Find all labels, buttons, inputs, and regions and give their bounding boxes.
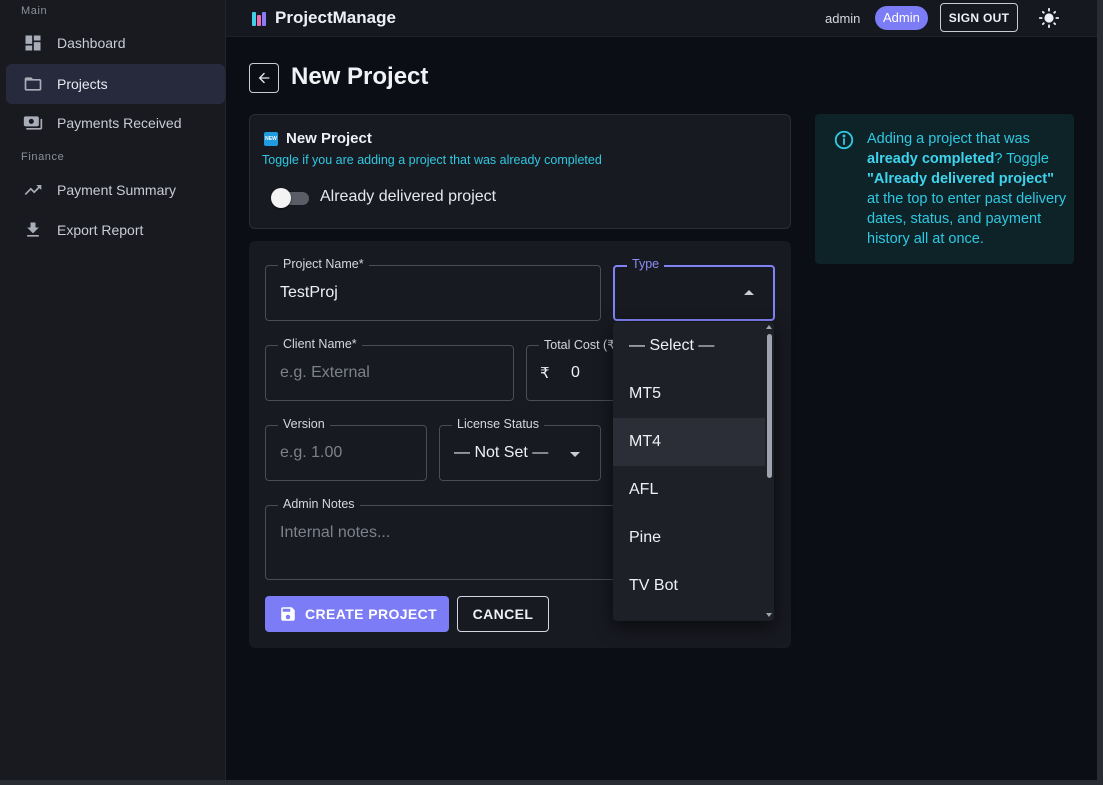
- total-cost-label: Total Cost (₹: [539, 337, 621, 352]
- info-text-part: ? Toggle: [994, 151, 1049, 167]
- rupee-icon: ₹: [540, 365, 550, 382]
- sidebar-item-label: Dashboard: [57, 35, 126, 51]
- menu-scrollbar-thumb[interactable]: [767, 334, 772, 478]
- type-option-tv-bot[interactable]: TV Bot: [613, 562, 765, 610]
- sidebar-item-label: Projects: [57, 76, 108, 92]
- info-text-emphasis: "Already delivered project": [867, 171, 1055, 187]
- sidebar-item-projects[interactable]: Projects: [6, 64, 225, 104]
- download-icon: [22, 219, 44, 241]
- new-badge-icon: NEW: [264, 131, 278, 146]
- brand-name: ProjectManage: [275, 8, 396, 27]
- type-option-select[interactable]: — Select —: [613, 322, 765, 370]
- type-dropdown-menu: — Select — MT5 MT4 AFL Pine TV Bot: [613, 322, 774, 621]
- create-project-label: CREATE PROJECT: [305, 606, 438, 622]
- admin-notes-placeholder: Internal notes...: [280, 524, 391, 541]
- type-label: Type: [627, 257, 665, 271]
- brand-logo-icon: [252, 10, 268, 26]
- section-label-finance: Finance: [21, 151, 65, 163]
- version-field[interactable]: Version e.g. 1.00: [265, 417, 427, 481]
- sidebar-item-label: Payment Summary: [57, 182, 177, 198]
- brand[interactable]: ProjectManage: [252, 8, 396, 28]
- license-status-value: — Not Set —: [454, 444, 549, 461]
- info-icon: [833, 129, 855, 151]
- chevron-up-icon: [744, 290, 754, 295]
- already-delivered-toggle[interactable]: [271, 188, 309, 208]
- page-title: New Project: [291, 63, 429, 90]
- sidebar-item-payments-received[interactable]: Payments Received: [6, 103, 225, 143]
- sidebar-item-label: Payments Received: [57, 115, 182, 131]
- trending-up-icon: [22, 179, 44, 201]
- new-card-title-text: New Project: [286, 130, 372, 147]
- cancel-button[interactable]: CANCEL: [457, 596, 549, 632]
- sidebar-item-dashboard[interactable]: Dashboard: [6, 23, 225, 63]
- already-delivered-card: NEW New Project Toggle if you are adding…: [249, 114, 791, 229]
- current-user: admin: [825, 11, 861, 26]
- version-label: Version: [278, 417, 330, 431]
- project-name-value: TestProj: [280, 284, 338, 301]
- type-option-pine[interactable]: Pine: [613, 514, 765, 562]
- project-name-field[interactable]: Project Name* TestProj: [265, 257, 601, 321]
- payments-icon: [22, 112, 44, 134]
- info-text-part: at the top to enter past delivery dates,…: [867, 191, 1067, 247]
- client-name-placeholder: e.g. External: [280, 364, 370, 381]
- type-option-mt4[interactable]: MT4: [613, 418, 765, 466]
- sidebar-item-label: Export Report: [57, 222, 144, 238]
- admin-notes-label: Admin Notes: [278, 497, 360, 511]
- toggle-thumb: [271, 188, 291, 208]
- info-text-part: Adding a project that was: [867, 131, 1030, 147]
- admin-notes-field[interactable]: Admin Notes Internal notes...: [265, 497, 645, 580]
- info-alert: Adding a project that was already comple…: [815, 114, 1074, 264]
- new-card-subtitle: Toggle if you are adding a project that …: [262, 153, 602, 167]
- sidebar: Main Dashboard Projects Payments Receive…: [0, 0, 226, 780]
- sign-out-button[interactable]: SIGN OUT: [940, 3, 1018, 32]
- new-card-title: NEW New Project: [264, 130, 372, 147]
- scroll-down-arrow-icon[interactable]: [766, 613, 772, 617]
- back-button[interactable]: [249, 63, 279, 93]
- type-option-afl[interactable]: AFL: [613, 466, 765, 514]
- arrow-left-icon: [258, 72, 270, 84]
- info-text: Adding a project that was already comple…: [867, 129, 1067, 249]
- dashboard-icon: [22, 32, 44, 54]
- total-cost-value: 0: [571, 364, 580, 381]
- window-bottom-edge: [0, 780, 1103, 785]
- theme-toggle-sun-icon[interactable]: [1038, 7, 1060, 29]
- sidebar-item-payment-summary[interactable]: Payment Summary: [6, 170, 225, 210]
- license-status-select[interactable]: License Status — Not Set —: [439, 417, 601, 481]
- sidebar-item-export-report[interactable]: Export Report: [6, 210, 225, 250]
- project-name-label: Project Name*: [278, 257, 369, 271]
- folder-icon: [22, 73, 44, 95]
- license-status-label: License Status: [452, 417, 544, 431]
- already-delivered-label[interactable]: Already delivered project: [320, 188, 496, 206]
- info-text-emphasis: already completed: [867, 151, 995, 167]
- save-icon: [281, 607, 295, 621]
- scroll-up-arrow-icon[interactable]: [766, 325, 772, 329]
- section-label-main: Main: [21, 5, 48, 17]
- top-bar: ProjectManage admin Admin SIGN OUT: [226, 0, 1097, 37]
- window-right-edge: [1097, 0, 1103, 785]
- role-badge: Admin: [875, 6, 928, 30]
- chevron-down-icon: [570, 452, 580, 457]
- client-name-field[interactable]: Client Name* e.g. External: [265, 337, 514, 401]
- create-project-button[interactable]: CREATE PROJECT: [265, 596, 449, 632]
- type-select[interactable]: Type: [613, 257, 775, 321]
- version-placeholder: e.g. 1.00: [280, 444, 343, 461]
- client-name-label: Client Name*: [278, 337, 362, 351]
- type-option-mt5[interactable]: MT5: [613, 370, 765, 418]
